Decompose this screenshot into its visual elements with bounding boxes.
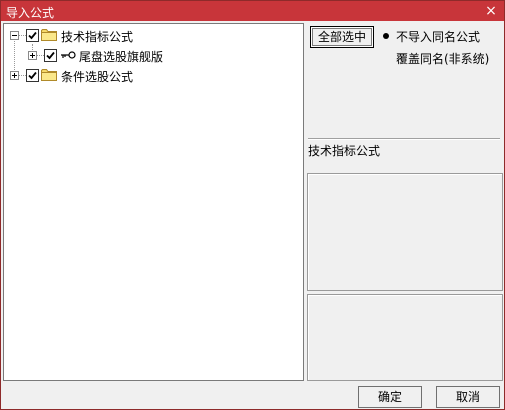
tree-item-tail-stock-flagship[interactable]: 尾盘选股旗舰版 [4, 47, 304, 65]
close-icon[interactable]: × [482, 2, 500, 20]
tree-item-label: 条件选股公式 [61, 70, 134, 84]
checkbox-tail-stock-flagship[interactable] [44, 49, 57, 62]
selected-formula-name: 技术指标公式 [308, 144, 381, 158]
folder-icon [41, 69, 57, 81]
tree-item-label: 尾盘选股旗舰版 [79, 50, 164, 64]
radio-skip-duplicates[interactable] [380, 30, 392, 42]
checkmark-icon [46, 51, 55, 60]
select-all-button[interactable]: 全部选中 [310, 26, 374, 48]
divider [308, 138, 500, 140]
checkbox-condition-stock[interactable] [26, 69, 39, 82]
cancel-button[interactable]: 取消 [436, 386, 500, 408]
key-icon [61, 51, 76, 59]
expand-icon[interactable] [10, 71, 19, 80]
folder-icon [41, 29, 57, 41]
formula-tree: 技术指标公式 尾盘选股旗舰版 条件选股公式 [3, 23, 304, 381]
collapse-icon[interactable] [10, 31, 19, 40]
formula-info-box [307, 173, 503, 291]
radio-overwrite-duplicates[interactable] [380, 52, 392, 64]
radio-label-skip-duplicates[interactable]: 不导入同名公式 [396, 28, 480, 45]
checkmark-icon [28, 31, 37, 40]
title-bar: 导入公式 × [1, 1, 504, 21]
ok-button[interactable]: 确定 [358, 386, 422, 408]
formula-description-box [307, 294, 503, 381]
tree-item-condition-stock[interactable]: 条件选股公式 [4, 67, 304, 85]
checkbox-technical-indicators[interactable] [26, 29, 39, 42]
radio-label-overwrite-duplicates[interactable]: 覆盖同名(非系统) [396, 50, 489, 67]
window-title: 导入公式 [6, 6, 55, 20]
tree-item-technical-indicators[interactable]: 技术指标公式 [4, 27, 304, 45]
expand-icon[interactable] [28, 51, 37, 60]
tree-item-label: 技术指标公式 [61, 30, 134, 44]
import-formula-dialog: 导入公式 × 技术指标公式 尾盘选股旗舰版 条件选股公式 全部选中 不导入同名公… [0, 0, 505, 410]
checkmark-icon [28, 71, 37, 80]
